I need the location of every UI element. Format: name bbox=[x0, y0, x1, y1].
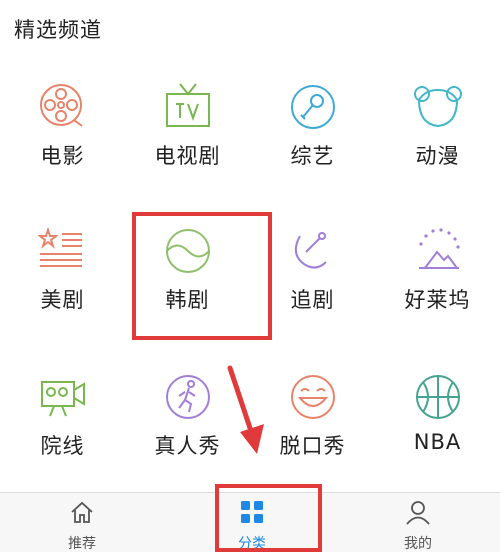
tab-recommend[interactable]: 推荐 bbox=[22, 493, 142, 552]
tab-label: 推荐 bbox=[68, 536, 96, 552]
tv-icon bbox=[161, 80, 215, 134]
laughing-face-icon bbox=[286, 370, 340, 424]
channel-label: 好莱坞 bbox=[404, 288, 471, 312]
channel-variety[interactable]: 综艺 bbox=[250, 80, 375, 200]
section-title: 精选频道 bbox=[14, 18, 102, 42]
channel-us-series[interactable]: 美剧 bbox=[0, 224, 125, 344]
runner-icon bbox=[161, 370, 215, 424]
microphone-icon bbox=[286, 80, 340, 134]
channel-label: 电视剧 bbox=[154, 144, 221, 168]
channel-label: 电影 bbox=[40, 144, 85, 168]
satellite-dish-icon bbox=[286, 224, 340, 278]
channel-anime[interactable]: 动漫 bbox=[375, 80, 500, 200]
person-icon bbox=[405, 499, 431, 525]
channel-page: 精选频道 电影 电视剧 综艺 动漫 美剧 韩剧 追剧 好莱坞 院线 真人秀 脱口… bbox=[0, 0, 500, 552]
channel-label: 动漫 bbox=[415, 144, 460, 168]
highlight-box bbox=[132, 212, 272, 340]
channel-label: 美剧 bbox=[40, 288, 85, 312]
highlight-box bbox=[215, 484, 322, 552]
channel-tv-series[interactable]: 电视剧 bbox=[125, 80, 250, 200]
basketball-icon bbox=[411, 370, 465, 424]
channel-cinema[interactable]: 院线 bbox=[0, 370, 125, 490]
channel-label: 综艺 bbox=[290, 144, 335, 168]
us-flag-icon bbox=[36, 224, 90, 278]
channel-label: NBA bbox=[413, 430, 462, 454]
channel-hollywood[interactable]: 好莱坞 bbox=[375, 224, 500, 344]
tab-label: 我的 bbox=[404, 536, 432, 552]
bear-head-icon bbox=[411, 80, 465, 134]
pointer-arrow-icon bbox=[227, 365, 264, 454]
home-icon bbox=[69, 499, 95, 525]
hollywood-mountain-icon bbox=[411, 224, 465, 278]
film-reel-icon bbox=[36, 80, 90, 134]
channel-nba[interactable]: NBA bbox=[375, 370, 500, 490]
channel-label: 院线 bbox=[40, 434, 85, 458]
movie-camera-icon bbox=[36, 370, 90, 424]
tab-mine[interactable]: 我的 bbox=[358, 493, 478, 552]
channel-movie[interactable]: 电影 bbox=[0, 80, 125, 200]
